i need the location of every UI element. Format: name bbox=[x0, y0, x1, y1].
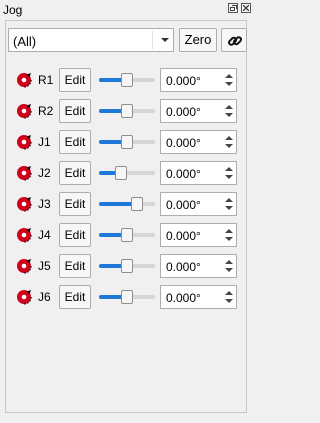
revolute-joint-icon bbox=[17, 259, 32, 274]
joint-slider[interactable] bbox=[99, 104, 155, 118]
spin-buttons[interactable] bbox=[222, 224, 236, 246]
chevron-up-icon[interactable] bbox=[225, 229, 233, 233]
joint-value: 0.000° bbox=[166, 105, 201, 119]
revolute-joint-icon bbox=[17, 290, 32, 305]
joint-value-spinbox[interactable]: 0.000° bbox=[160, 223, 237, 247]
joint-label: J3 bbox=[38, 197, 51, 211]
joint-value: 0.000° bbox=[166, 167, 201, 181]
chevron-down-icon[interactable] bbox=[225, 206, 233, 210]
revolute-joint-icon bbox=[17, 228, 32, 243]
joint-slider[interactable] bbox=[99, 166, 155, 180]
chevron-down-icon[interactable] bbox=[225, 113, 233, 117]
spin-buttons[interactable] bbox=[222, 193, 236, 215]
joint-slider[interactable] bbox=[99, 259, 155, 273]
edit-button[interactable]: Edit bbox=[59, 161, 91, 185]
group-select[interactable]: (All) bbox=[8, 28, 174, 52]
slider-handle[interactable] bbox=[121, 228, 133, 242]
chevron-down-icon[interactable] bbox=[225, 237, 233, 241]
joint-value: 0.000° bbox=[166, 198, 201, 212]
joint-label: J5 bbox=[38, 259, 51, 273]
edit-button[interactable]: Edit bbox=[59, 130, 91, 154]
float-window-icon[interactable] bbox=[228, 3, 238, 13]
revolute-joint-icon bbox=[17, 197, 32, 212]
spin-buttons[interactable] bbox=[222, 162, 236, 184]
title-bar: Jog bbox=[0, 0, 256, 20]
chevron-up-icon[interactable] bbox=[225, 136, 233, 140]
revolute-joint-icon bbox=[17, 104, 32, 119]
slider-handle[interactable] bbox=[131, 197, 143, 211]
revolute-joint-icon bbox=[17, 135, 32, 150]
spin-buttons[interactable] bbox=[222, 255, 236, 277]
joint-row: J6 Edit 0.000° bbox=[0, 285, 256, 309]
group-select-value: (All) bbox=[13, 34, 37, 49]
joint-label: J6 bbox=[38, 290, 51, 304]
joint-value-spinbox[interactable]: 0.000° bbox=[160, 285, 237, 309]
joint-value: 0.000° bbox=[166, 136, 201, 150]
joint-value-spinbox[interactable]: 0.000° bbox=[160, 192, 237, 216]
spin-buttons[interactable] bbox=[222, 100, 236, 122]
joint-value-spinbox[interactable]: 0.000° bbox=[160, 99, 237, 123]
joint-row: J1 Edit 0.000° bbox=[0, 130, 256, 154]
joint-value-spinbox[interactable]: 0.000° bbox=[160, 130, 237, 154]
slider-handle[interactable] bbox=[121, 135, 133, 149]
joint-slider[interactable] bbox=[99, 197, 155, 211]
joint-label: J4 bbox=[38, 228, 51, 242]
edit-button[interactable]: Edit bbox=[59, 99, 91, 123]
combo-divider bbox=[152, 31, 153, 49]
link-button[interactable] bbox=[221, 28, 247, 52]
chevron-up-icon[interactable] bbox=[225, 198, 233, 202]
slider-handle[interactable] bbox=[121, 290, 133, 304]
zero-button[interactable]: Zero bbox=[179, 28, 217, 52]
chevron-down-icon[interactable] bbox=[161, 38, 169, 42]
slider-handle[interactable] bbox=[121, 259, 133, 273]
chevron-down-icon[interactable] bbox=[225, 144, 233, 148]
joint-value-spinbox[interactable]: 0.000° bbox=[160, 68, 237, 92]
spin-buttons[interactable] bbox=[222, 69, 236, 91]
slider-handle[interactable] bbox=[121, 104, 133, 118]
revolute-joint-icon bbox=[17, 166, 32, 181]
chevron-down-icon[interactable] bbox=[225, 82, 233, 86]
edit-button[interactable]: Edit bbox=[59, 254, 91, 278]
joint-value: 0.000° bbox=[166, 291, 201, 305]
joint-slider[interactable] bbox=[99, 135, 155, 149]
joint-value: 0.000° bbox=[166, 229, 201, 243]
chevron-up-icon[interactable] bbox=[225, 105, 233, 109]
chevron-down-icon[interactable] bbox=[225, 299, 233, 303]
slider-handle[interactable] bbox=[115, 166, 127, 180]
joint-row: J2 Edit 0.000° bbox=[0, 161, 256, 185]
chevron-down-icon[interactable] bbox=[225, 268, 233, 272]
spin-buttons[interactable] bbox=[222, 131, 236, 153]
joint-row: R2 Edit 0.000° bbox=[0, 99, 256, 123]
edit-button[interactable]: Edit bbox=[59, 192, 91, 216]
joint-label: J2 bbox=[38, 166, 51, 180]
edit-button[interactable]: Edit bbox=[59, 223, 91, 247]
joint-slider[interactable] bbox=[99, 228, 155, 242]
link-icon bbox=[228, 36, 243, 46]
window-title: Jog bbox=[3, 3, 23, 17]
joint-label: R1 bbox=[38, 73, 54, 87]
chevron-up-icon[interactable] bbox=[225, 291, 233, 295]
chevron-down-icon[interactable] bbox=[225, 175, 233, 179]
slider-handle[interactable] bbox=[121, 73, 133, 87]
chevron-up-icon[interactable] bbox=[225, 167, 233, 171]
joint-value-spinbox[interactable]: 0.000° bbox=[160, 161, 237, 185]
joint-row: J5 Edit 0.000° bbox=[0, 254, 256, 278]
joint-value: 0.000° bbox=[166, 260, 201, 274]
joint-label: J1 bbox=[38, 135, 51, 149]
chevron-up-icon[interactable] bbox=[225, 74, 233, 78]
joint-row: J3 Edit 0.000° bbox=[0, 192, 256, 216]
joint-label: R2 bbox=[38, 104, 54, 118]
joint-slider[interactable] bbox=[99, 73, 155, 87]
chevron-up-icon[interactable] bbox=[225, 260, 233, 264]
edit-button[interactable]: Edit bbox=[59, 285, 91, 309]
revolute-joint-icon bbox=[17, 73, 32, 88]
close-icon[interactable] bbox=[241, 3, 251, 13]
joint-slider[interactable] bbox=[99, 290, 155, 304]
joint-value: 0.000° bbox=[166, 74, 201, 88]
edit-button[interactable]: Edit bbox=[59, 68, 91, 92]
spin-buttons[interactable] bbox=[222, 286, 236, 308]
joint-value-spinbox[interactable]: 0.000° bbox=[160, 254, 237, 278]
joint-row: J4 Edit 0.000° bbox=[0, 223, 256, 247]
joint-row: R1 Edit 0.000° bbox=[0, 68, 256, 92]
